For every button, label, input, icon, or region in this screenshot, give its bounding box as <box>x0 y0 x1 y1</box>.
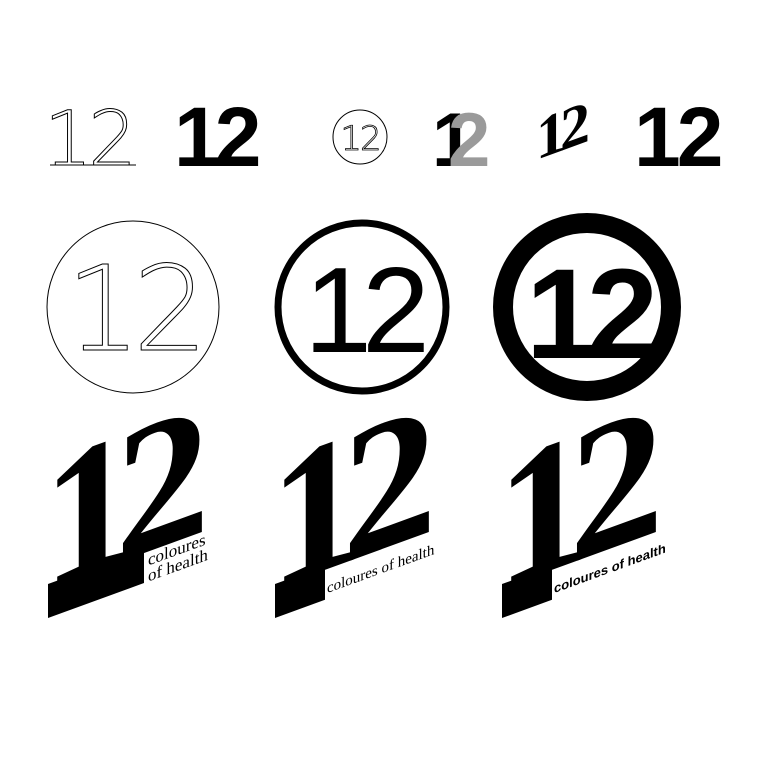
logo-number: 12 <box>536 89 588 174</box>
logo-number: 12 <box>304 242 424 378</box>
logo-sheet: 12 12 12 1 2 12 12 12 12 12 12 coloures … <box>42 89 725 632</box>
logo-number: 12 <box>174 90 259 184</box>
logo-number: 12 <box>340 119 379 159</box>
logo-circle-heavy: 12 <box>493 213 681 401</box>
logo-slanted-small: 12 <box>536 89 588 174</box>
logo-digit-two: 2 <box>448 98 490 183</box>
logo-number: 12 <box>66 240 200 378</box>
logo-number: 12 <box>526 243 654 386</box>
logo-circle-thin: 12 <box>46 220 220 394</box>
logo-thin-outline: 12 <box>44 94 138 184</box>
logo-slanted-serif-tagline: 12 coloures of health <box>269 363 435 631</box>
logo-slanted-sans-tagline: 12 coloures of health <box>496 363 666 631</box>
logo-circle-medium: 12 <box>274 219 450 395</box>
logo-small-circle: 12 <box>332 109 388 165</box>
logo-number: 12 <box>634 90 721 184</box>
logo-two-tone: 1 2 <box>432 98 490 183</box>
logo-number: 12 <box>44 94 133 183</box>
logo-bold-sans: 12 <box>634 90 725 184</box>
logo-slanted-stacked-tagline: 12 coloures of health <box>42 363 208 631</box>
logo-bold-cut: 12 <box>174 90 265 184</box>
